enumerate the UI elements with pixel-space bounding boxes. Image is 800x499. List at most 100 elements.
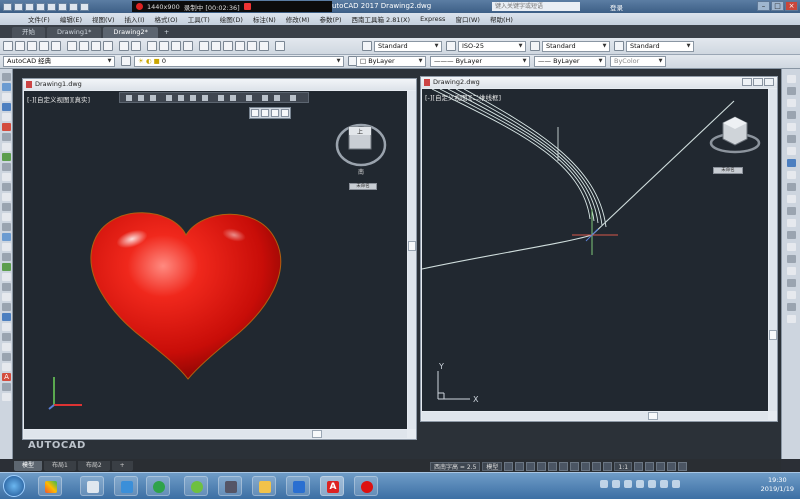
erase-icon[interactable]: [2, 283, 11, 291]
pan-icon[interactable]: [147, 41, 157, 51]
pan-nav-icon[interactable]: [261, 109, 269, 117]
spline-icon[interactable]: [2, 163, 11, 171]
xline-icon[interactable]: [2, 93, 11, 101]
mtext-icon[interactable]: [2, 263, 11, 271]
revcloud-icon[interactable]: [2, 153, 11, 161]
selection-cycling-icon[interactable]: [592, 462, 602, 471]
menu-draw[interactable]: 绘图(D): [220, 14, 243, 24]
ortho-icon[interactable]: [526, 462, 536, 471]
copy-object-icon[interactable]: [2, 293, 11, 301]
isolate-objects-icon[interactable]: [645, 462, 655, 471]
array-icon[interactable]: [2, 323, 11, 331]
taskbar-color-app[interactable]: [38, 476, 62, 496]
tolerance-icon[interactable]: [787, 195, 796, 203]
menu-modify[interactable]: 修改(M): [286, 14, 310, 24]
drawing2-close-button[interactable]: [764, 78, 774, 86]
ellipse-arc-icon[interactable]: [2, 183, 11, 191]
tab-layout2[interactable]: 布局2: [77, 460, 110, 471]
zoom-previous-icon[interactable]: [183, 41, 193, 51]
tab-model[interactable]: 模型: [14, 460, 43, 471]
viewcube-icon[interactable]: 上 南: [329, 111, 393, 175]
gradient-icon[interactable]: [2, 233, 11, 241]
start-button[interactable]: [3, 475, 25, 497]
stretch-icon[interactable]: [2, 363, 11, 371]
ellipse-icon[interactable]: [2, 173, 11, 181]
taskbar-recorder-app[interactable]: [354, 476, 378, 496]
paste-icon[interactable]: [91, 41, 101, 51]
menu-format[interactable]: 格式(O): [155, 14, 178, 24]
menu-parametric[interactable]: 参数(P): [319, 14, 341, 24]
open-icon[interactable]: [15, 41, 25, 51]
copy-icon[interactable]: [79, 41, 89, 51]
drawing1-vscroll[interactable]: [408, 91, 416, 429]
dim-angular-icon[interactable]: [787, 147, 796, 155]
dim-baseline-icon[interactable]: [787, 171, 796, 179]
drawing2-canvas[interactable]: [-][自定义视图][二维线框] 未命名 Y X: [422, 89, 768, 411]
taskbar-wechat-app[interactable]: [184, 476, 208, 496]
dim-diameter-icon[interactable]: [787, 135, 796, 143]
dim-arc-icon[interactable]: [787, 99, 796, 107]
zoom-realtime-icon[interactable]: [159, 41, 169, 51]
drawing2-restore-button[interactable]: [753, 78, 763, 86]
ucs-menu[interactable]: 未命名: [713, 167, 743, 174]
ucs-menu[interactable]: 未命名: [349, 183, 377, 190]
add-selected-icon[interactable]: [2, 273, 11, 281]
match-properties-icon[interactable]: [103, 41, 113, 51]
lineweight-select[interactable]: —— ByLayer ▼: [534, 56, 606, 67]
heart-model[interactable]: [84, 207, 289, 382]
open-icon[interactable]: [25, 2, 34, 11]
redo-icon[interactable]: [131, 41, 141, 51]
tab-start[interactable]: 开始: [12, 27, 45, 38]
taskbar-browser-app[interactable]: [146, 476, 170, 496]
transparency-icon[interactable]: [581, 462, 591, 471]
tray-speaker-icon[interactable]: [672, 480, 680, 488]
rotate-icon[interactable]: [2, 343, 11, 351]
menu-window[interactable]: 窗口(W): [455, 14, 480, 24]
tray-input-icon[interactable]: [636, 480, 644, 488]
ray-icon[interactable]: [2, 83, 11, 91]
chamfer-icon[interactable]: [787, 291, 796, 299]
otrack-icon[interactable]: [559, 462, 569, 471]
print-icon[interactable]: [39, 41, 49, 51]
search-input[interactable]: 键入关键字或短语: [492, 2, 580, 11]
dim-continue-icon[interactable]: [787, 183, 796, 191]
preview-icon[interactable]: [51, 41, 61, 51]
tray-security-icon[interactable]: [648, 480, 656, 488]
drawing2-vscroll[interactable]: [769, 89, 777, 411]
dim-linear-icon[interactable]: [787, 75, 796, 83]
close-button[interactable]: ×: [785, 1, 798, 11]
insert-block-icon[interactable]: [2, 193, 11, 201]
help-icon[interactable]: [275, 41, 285, 51]
point-icon[interactable]: [2, 213, 11, 221]
model-space-status[interactable]: 模型: [482, 462, 503, 471]
quick-dim-icon[interactable]: [787, 159, 796, 167]
new-icon[interactable]: [3, 41, 13, 51]
dim-ordinate-icon[interactable]: [787, 111, 796, 119]
rectangle-icon[interactable]: [2, 123, 11, 131]
color-select[interactable]: □ ByLayer ▼: [356, 56, 426, 67]
dim-edit-icon[interactable]: [787, 219, 796, 227]
table-icon[interactable]: [2, 253, 11, 261]
menu-dimension[interactable]: 标注(N): [253, 14, 276, 24]
drawing1-hscroll[interactable]: [24, 430, 407, 438]
saveas-icon[interactable]: [47, 2, 56, 11]
menu-file[interactable]: 文件(F): [28, 14, 50, 24]
center-mark-icon[interactable]: [787, 207, 796, 215]
maximize-button[interactable]: □: [771, 1, 784, 11]
markup-icon[interactable]: [247, 41, 257, 51]
plotstyle-select[interactable]: ByColor ▼: [610, 56, 666, 67]
taskbar-u-app[interactable]: [286, 476, 310, 496]
zoom-nav-icon[interactable]: [271, 109, 279, 117]
layer-properties-icon[interactable]: [121, 56, 131, 66]
drawing2-hscroll-thumb[interactable]: [648, 412, 658, 420]
table-style-select[interactable]: Standard ▼: [542, 41, 610, 52]
mirror-icon[interactable]: [2, 303, 11, 311]
workspace-select[interactable]: AutoCAD 经典 ▼: [3, 56, 115, 67]
quickcalc-icon[interactable]: [259, 41, 269, 51]
dim-update-icon[interactable]: [787, 243, 796, 251]
orbit-icons[interactable]: [120, 93, 310, 103]
signin-button[interactable]: 登录: [610, 2, 623, 12]
redo-icon[interactable]: [80, 2, 89, 11]
drawing1-vscroll-thumb[interactable]: [408, 241, 416, 251]
orbit-nav-icon[interactable]: [281, 109, 289, 117]
